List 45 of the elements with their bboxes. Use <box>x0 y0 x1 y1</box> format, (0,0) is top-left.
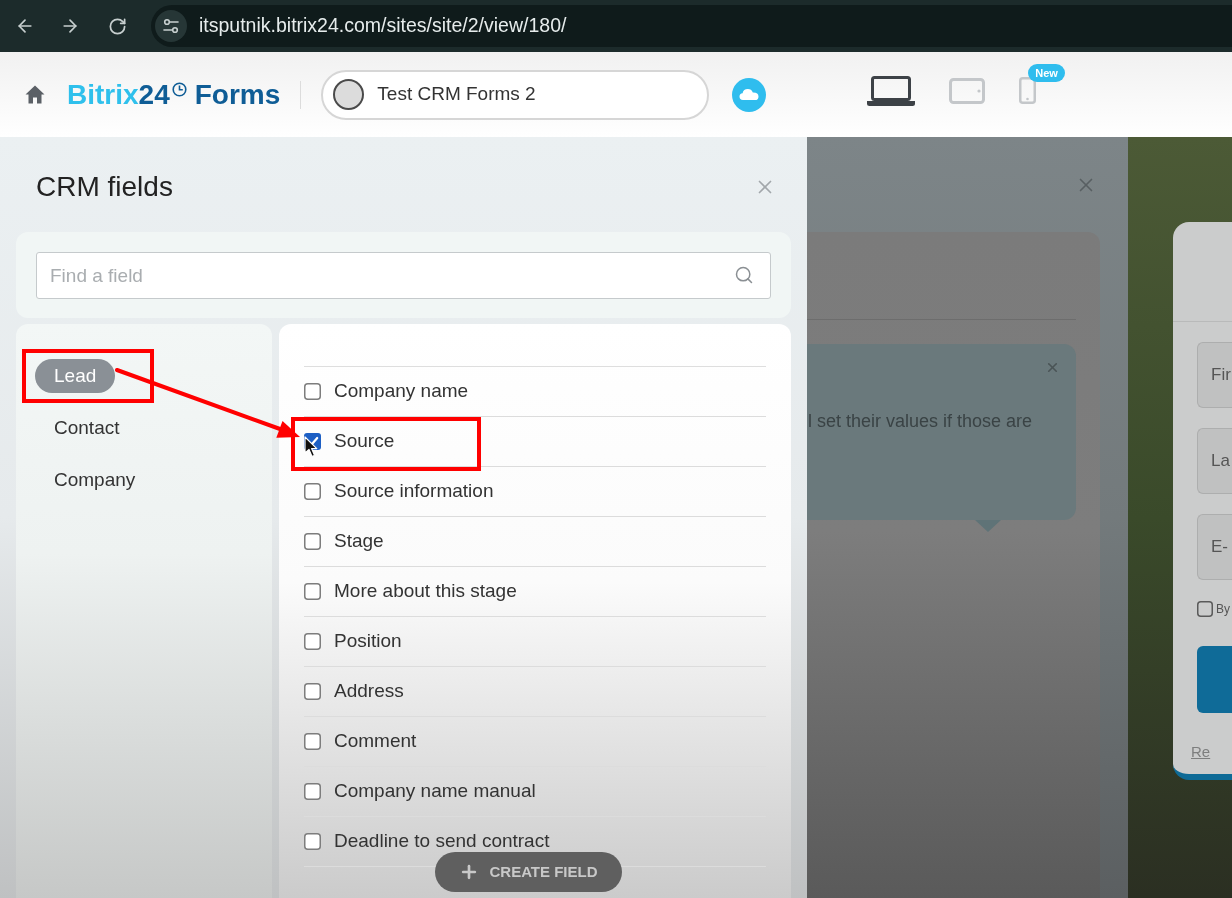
cloud-icon[interactable] <box>732 77 767 112</box>
checkbox[interactable] <box>304 783 321 800</box>
field-label[interactable]: Company name <box>334 377 469 406</box>
site-settings-icon[interactable] <box>155 10 187 42</box>
field-label[interactable]: Stage <box>334 527 384 556</box>
field-label[interactable]: Position <box>334 627 402 656</box>
sidebar-item[interactable]: Contact <box>35 411 139 445</box>
field-label[interactable]: Address <box>334 677 404 706</box>
field-label[interactable]: Comment <box>334 727 417 756</box>
site-thumbnail <box>333 79 365 110</box>
site-selector[interactable]: Test CRM Forms 2 <box>321 69 710 120</box>
new-badge: New <box>1028 64 1065 82</box>
clock-icon <box>171 81 187 97</box>
field-label[interactable]: Source <box>334 427 395 456</box>
phone-icon[interactable] <box>1019 77 1037 104</box>
close-icon <box>1045 360 1060 375</box>
laptop-icon[interactable] <box>867 75 916 106</box>
address-bar[interactable]: itsputnik.bitrix24.com/sites/site/2/view/180/ <box>151 5 1232 47</box>
field-label[interactable]: Source information <box>334 477 494 506</box>
input-field[interactable]: E- <box>1197 514 1232 580</box>
reload-icon[interactable] <box>108 16 127 36</box>
sidebar-item[interactable]: Company <box>35 463 155 497</box>
checkbox[interactable] <box>304 833 321 850</box>
create-field-button[interactable]: CREATE FIELD <box>435 852 622 892</box>
checkbox[interactable] <box>1197 601 1213 617</box>
checkbox[interactable] <box>304 483 321 500</box>
logo-product-name: Forms <box>194 77 281 112</box>
checkbox[interactable] <box>304 683 321 700</box>
search-field[interactable]: Find a field <box>36 252 771 299</box>
checkbox[interactable] <box>304 533 321 550</box>
logo-wordmark: Bitrix24 <box>67 77 170 112</box>
checkbox[interactable] <box>304 383 321 400</box>
checkbox[interactable] <box>304 733 321 750</box>
checkbox-label: By <box>1216 601 1230 618</box>
search-icon[interactable] <box>734 265 754 285</box>
url-text: itsputnik.bitrix24.com/sites/site/2/view/180/ <box>199 13 567 39</box>
checkbox[interactable] <box>304 633 321 650</box>
home-icon[interactable] <box>25 85 45 104</box>
panel-title: CRM fields <box>36 169 173 204</box>
field-label[interactable]: Company name manual <box>334 777 536 806</box>
cursor-icon <box>304 436 318 458</box>
input-field[interactable]: La <box>1197 428 1232 494</box>
field-label[interactable]: More about this stage <box>334 577 517 606</box>
input-field[interactable]: Fir <box>1197 342 1232 408</box>
checkbox[interactable] <box>304 583 321 600</box>
